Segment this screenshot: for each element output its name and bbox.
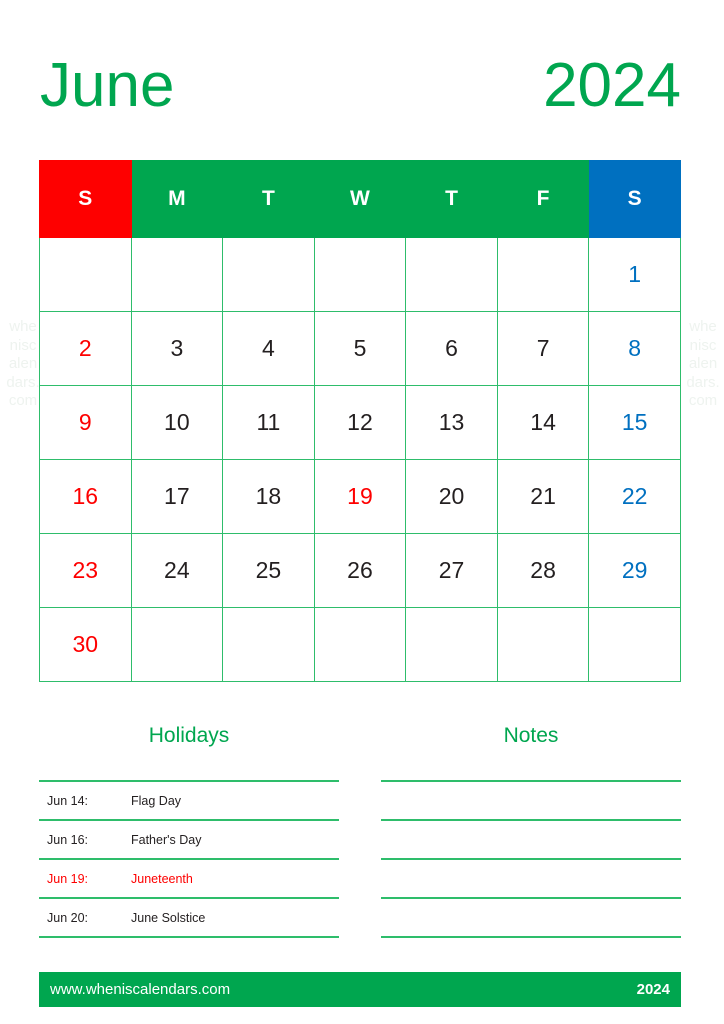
holiday-date: Jun 19: xyxy=(47,871,89,886)
day-cell-1[interactable]: 1 xyxy=(588,237,681,312)
day-cell-12[interactable]: 12 xyxy=(313,385,407,460)
holiday-name: Juneteenth xyxy=(131,871,193,886)
holiday-row: Jun 14: Flag Day xyxy=(39,780,339,819)
weekday-header-5: F xyxy=(496,160,590,238)
page-title: June 2024 xyxy=(40,46,681,126)
weekday-header-1: M xyxy=(130,160,224,238)
day-cell-4[interactable]: 4 xyxy=(222,311,315,386)
notes-list xyxy=(381,780,681,938)
day-cell-27[interactable]: 27 xyxy=(405,533,498,608)
day-cell-10[interactable]: 10 xyxy=(130,385,224,460)
notes-line[interactable] xyxy=(381,897,681,936)
weekday-header-6: S xyxy=(588,160,681,238)
notes-title: Notes xyxy=(503,724,559,747)
weekday-header-row: SMTWTFS xyxy=(39,160,681,238)
footer-url[interactable]: www.wheniscalendars.com xyxy=(50,981,230,998)
holidays-title: Holidays xyxy=(148,724,230,747)
day-cell-empty xyxy=(405,237,498,312)
footer-bar: www.wheniscalendars.com 2024 xyxy=(39,972,681,1007)
day-cell-empty xyxy=(405,607,498,682)
notes-line[interactable] xyxy=(381,936,681,938)
day-cell-25[interactable]: 25 xyxy=(222,533,315,608)
calendar-body: 1 2 3 4 5 6 7 8 9 10 11 12 13 14 15 16 17 18 19 20 21 22 23 24 2… xyxy=(39,237,681,682)
day-cell-28[interactable]: 28 xyxy=(496,533,590,608)
day-cell-empty xyxy=(496,607,590,682)
calendar-grid: SMTWTFS 1 2 3 4 5 6 7 8 9 10 11 12 13 14 15 16 17 18 19 20 2… xyxy=(39,160,681,682)
holiday-name: Father's Day xyxy=(131,832,202,847)
day-cell-29[interactable]: 29 xyxy=(588,533,681,608)
day-cell-17[interactable]: 17 xyxy=(130,459,224,534)
notes-panel: Notes xyxy=(381,712,681,938)
calendar-week-row: 2345678 xyxy=(39,311,681,386)
weekday-header-3: W xyxy=(313,160,407,238)
lower-panels: Holidays Jun 14: Flag Day Jun 16: Father's … xyxy=(39,712,681,938)
day-cell-14[interactable]: 14 xyxy=(496,385,590,460)
holiday-date: Jun 16: xyxy=(47,832,89,847)
holiday-name: June Solstice xyxy=(131,910,206,925)
title-month: June xyxy=(40,51,175,120)
watermark-right: wheniscalendars.com xyxy=(686,318,720,409)
weekday-header-4: T xyxy=(405,160,498,238)
day-cell-empty xyxy=(130,237,224,312)
holiday-divider xyxy=(39,936,339,938)
holiday-row: Jun 16: Father's Day xyxy=(39,819,339,858)
day-cell-9[interactable]: 9 xyxy=(39,385,132,460)
day-cell-11[interactable]: 11 xyxy=(222,385,315,460)
day-cell-empty xyxy=(130,607,224,682)
day-cell-empty xyxy=(313,237,407,312)
day-cell-empty xyxy=(588,607,681,682)
day-cell-5[interactable]: 5 xyxy=(313,311,407,386)
day-cell-23[interactable]: 23 xyxy=(39,533,132,608)
weekday-header-0: S xyxy=(39,160,132,238)
day-cell-3[interactable]: 3 xyxy=(130,311,224,386)
holidays-list: Jun 14: Flag Day Jun 16: Father's Day Jun 19… xyxy=(39,780,339,938)
holidays-panel: Holidays Jun 14: Flag Day Jun 16: Father's … xyxy=(39,712,339,938)
notes-line[interactable] xyxy=(381,780,681,819)
title-year: 2024 xyxy=(543,51,681,120)
day-cell-empty xyxy=(313,607,407,682)
day-cell-19[interactable]: 19 xyxy=(313,459,407,534)
day-cell-empty xyxy=(222,237,315,312)
day-cell-2[interactable]: 2 xyxy=(39,311,132,386)
day-cell-20[interactable]: 20 xyxy=(405,459,498,534)
weekday-header-2: T xyxy=(222,160,315,238)
holiday-name: Flag Day xyxy=(131,793,182,808)
holiday-date: Jun 14: xyxy=(47,793,89,808)
day-cell-24[interactable]: 24 xyxy=(130,533,224,608)
notes-line[interactable] xyxy=(381,819,681,858)
calendar-week-row: 16 17 18 19 20 21 22 xyxy=(39,459,681,534)
day-cell-15[interactable]: 15 xyxy=(588,385,681,460)
holiday-date: Jun 20: xyxy=(47,910,89,925)
day-cell-8[interactable]: 8 xyxy=(588,311,681,386)
day-cell-6[interactable]: 6 xyxy=(405,311,498,386)
day-cell-21[interactable]: 21 xyxy=(496,459,590,534)
calendar-week-row: 1 xyxy=(39,237,681,312)
day-cell-empty xyxy=(39,237,132,312)
notes-line[interactable] xyxy=(381,858,681,897)
day-cell-18[interactable]: 18 xyxy=(222,459,315,534)
day-cell-26[interactable]: 26 xyxy=(313,533,407,608)
day-cell-7[interactable]: 7 xyxy=(496,311,590,386)
day-cell-13[interactable]: 13 xyxy=(405,385,498,460)
day-cell-empty xyxy=(222,607,315,682)
watermark-left: wheniscalendars.com xyxy=(6,318,40,409)
calendar-week-row: 30 xyxy=(39,607,681,682)
day-cell-30[interactable]: 30 xyxy=(39,607,132,682)
day-cell-16[interactable]: 16 xyxy=(39,459,132,534)
holiday-row: Jun 20: June Solstice xyxy=(39,897,339,936)
footer-year: 2024 xyxy=(636,981,670,998)
calendar-week-row: 9 10 11 12 13 14 15 xyxy=(39,385,681,460)
day-cell-empty xyxy=(496,237,590,312)
day-cell-22[interactable]: 22 xyxy=(588,459,681,534)
holiday-row: Jun 19: Juneteenth xyxy=(39,858,339,897)
calendar-week-row: 23 24 25 26 27 28 29 xyxy=(39,533,681,608)
